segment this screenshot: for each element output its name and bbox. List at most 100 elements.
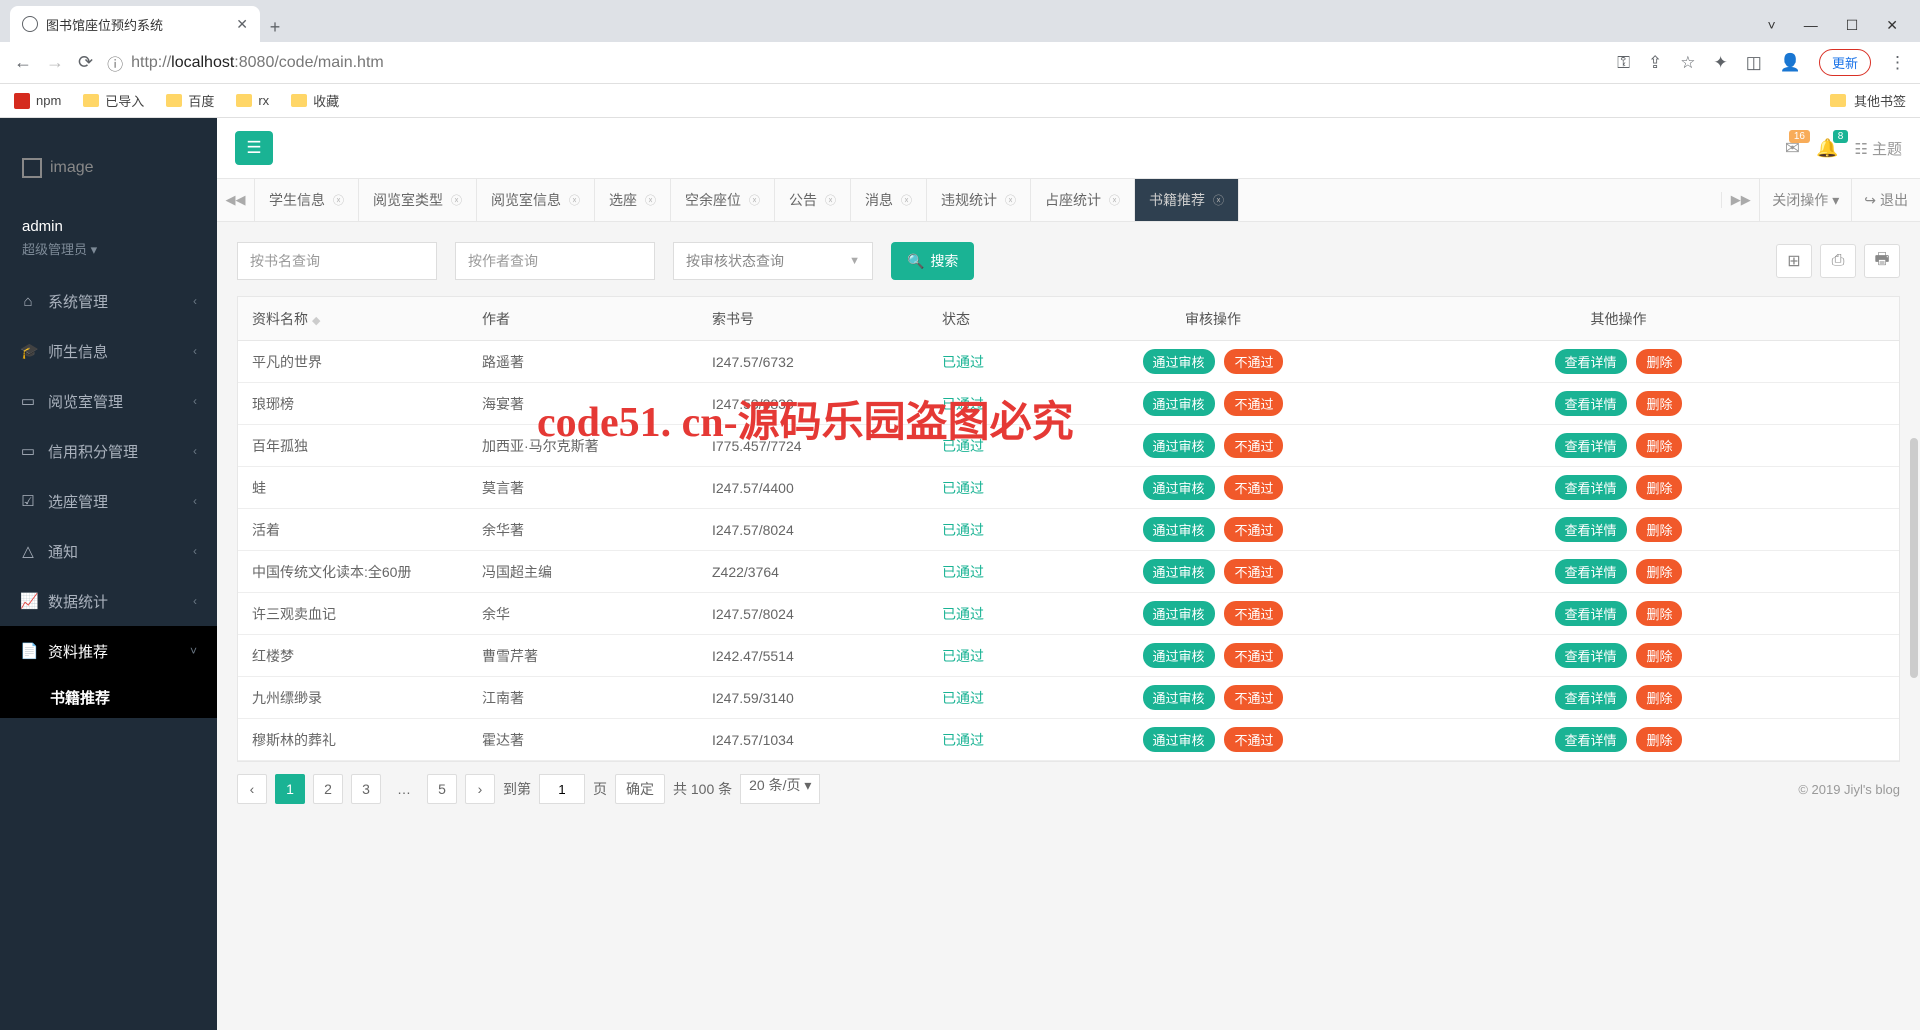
page-button[interactable]: 3	[351, 774, 381, 804]
detail-button[interactable]: 查看详情	[1555, 685, 1627, 710]
delete-button[interactable]: 删除	[1636, 559, 1682, 584]
panel-icon[interactable]: ◫	[1746, 53, 1762, 73]
prev-page-button[interactable]: ‹	[237, 774, 267, 804]
minimize-icon[interactable]: —	[1804, 17, 1818, 34]
print-icon[interactable]: 🖶	[1864, 244, 1900, 278]
close-ops-button[interactable]: 关闭操作▾	[1759, 179, 1851, 221]
approve-button[interactable]: 通过审核	[1143, 643, 1215, 668]
logout-button[interactable]: ↪ 退出	[1851, 179, 1920, 221]
goto-confirm-button[interactable]: 确定	[615, 774, 665, 804]
search-name-input[interactable]: 按书名查询	[237, 242, 437, 280]
page-button[interactable]: 5	[427, 774, 457, 804]
other-bookmarks[interactable]: 其他书签	[1854, 91, 1906, 110]
sidebar-item[interactable]: ▭信用积分管理‹	[0, 426, 217, 476]
sidebar-item[interactable]: 📄资料推荐˅	[0, 626, 217, 676]
delete-button[interactable]: 删除	[1636, 349, 1682, 374]
update-button[interactable]: 更新	[1819, 49, 1871, 76]
detail-button[interactable]: 查看详情	[1555, 391, 1627, 416]
close-icon[interactable]: ⓧ	[901, 192, 912, 208]
reject-button[interactable]: 不通过	[1224, 643, 1283, 668]
more-icon[interactable]: ⋮	[1889, 53, 1906, 73]
close-icon[interactable]: ⓧ	[333, 192, 344, 208]
scrollbar[interactable]	[1910, 438, 1918, 678]
share-icon[interactable]: ⇪	[1648, 53, 1662, 73]
reject-button[interactable]: 不通过	[1224, 433, 1283, 458]
reject-button[interactable]: 不通过	[1224, 349, 1283, 374]
detail-button[interactable]: 查看详情	[1555, 475, 1627, 500]
tab-scroll-right[interactable]: ▶▶	[1721, 192, 1759, 208]
star-icon[interactable]: ☆	[1680, 53, 1695, 73]
page-input[interactable]	[539, 774, 585, 804]
bell-icon[interactable]: 🔔8	[1816, 138, 1838, 159]
delete-button[interactable]: 删除	[1636, 643, 1682, 668]
status-select[interactable]: 按审核状态查询▼	[673, 242, 873, 280]
columns-icon[interactable]: ⊞	[1776, 244, 1812, 278]
approve-button[interactable]: 通过审核	[1143, 685, 1215, 710]
content-tab[interactable]: 公告ⓧ	[775, 179, 851, 221]
detail-button[interactable]: 查看详情	[1555, 433, 1627, 458]
reject-button[interactable]: 不通过	[1224, 559, 1283, 584]
approve-button[interactable]: 通过审核	[1143, 433, 1215, 458]
bookmark-fav[interactable]: 收藏	[291, 91, 339, 110]
tab-scroll-left[interactable]: ◀◀	[217, 179, 255, 221]
sidebar-item[interactable]: ▭阅览室管理‹	[0, 376, 217, 426]
delete-button[interactable]: 删除	[1636, 727, 1682, 752]
sidebar-item[interactable]: ☑选座管理‹	[0, 476, 217, 526]
close-window-icon[interactable]: ✕	[1886, 17, 1898, 34]
approve-button[interactable]: 通过审核	[1143, 601, 1215, 626]
delete-button[interactable]: 删除	[1636, 475, 1682, 500]
reload-icon[interactable]: ⟳	[78, 52, 93, 73]
content-tab[interactable]: 阅览室类型ⓧ	[359, 179, 477, 221]
menu-toggle-button[interactable]: ☰	[235, 131, 273, 165]
detail-button[interactable]: 查看详情	[1555, 643, 1627, 668]
sidebar-subitem[interactable]: 书籍推荐	[0, 676, 217, 718]
reject-button[interactable]: 不通过	[1224, 601, 1283, 626]
bookmark-imported[interactable]: 已导入	[83, 91, 144, 110]
reject-button[interactable]: 不通过	[1224, 517, 1283, 542]
profile-icon[interactable]: 👤	[1780, 53, 1801, 73]
forward-icon[interactable]: →	[46, 52, 64, 73]
close-icon[interactable]: ⓧ	[1213, 192, 1224, 208]
approve-button[interactable]: 通过审核	[1143, 559, 1215, 584]
delete-button[interactable]: 删除	[1636, 601, 1682, 626]
dropdown-icon[interactable]: ˅	[1768, 17, 1776, 34]
sidebar-item[interactable]: 📈数据统计‹	[0, 576, 217, 626]
delete-button[interactable]: 删除	[1636, 685, 1682, 710]
new-tab-button[interactable]: +	[260, 17, 290, 42]
content-tab[interactable]: 学生信息ⓧ	[255, 179, 359, 221]
content-tab[interactable]: 书籍推荐ⓧ	[1135, 179, 1239, 221]
approve-button[interactable]: 通过审核	[1143, 349, 1215, 374]
detail-button[interactable]: 查看详情	[1555, 559, 1627, 584]
close-icon[interactable]: ⓧ	[645, 192, 656, 208]
delete-button[interactable]: 删除	[1636, 517, 1682, 542]
close-icon[interactable]: ⓧ	[749, 192, 760, 208]
reject-button[interactable]: 不通过	[1224, 727, 1283, 752]
sidebar-item[interactable]: △通知‹	[0, 526, 217, 576]
url-field[interactable]: ⓘ http://localhost:8080/code/main.htm	[107, 51, 1603, 75]
close-icon[interactable]: ⓧ	[825, 192, 836, 208]
mail-icon[interactable]: ✉16	[1785, 138, 1800, 159]
user-role[interactable]: 超级管理员 ▾	[22, 239, 195, 258]
close-icon[interactable]: ⓧ	[1109, 192, 1120, 208]
detail-button[interactable]: 查看详情	[1555, 349, 1627, 374]
sidebar-item[interactable]: ⌂系统管理‹	[0, 276, 217, 326]
close-icon[interactable]: ⓧ	[1005, 192, 1016, 208]
page-button[interactable]: 2	[313, 774, 343, 804]
close-icon[interactable]: ⓧ	[569, 192, 580, 208]
content-tab[interactable]: 选座ⓧ	[595, 179, 671, 221]
reject-button[interactable]: 不通过	[1224, 685, 1283, 710]
approve-button[interactable]: 通过审核	[1143, 727, 1215, 752]
page-button[interactable]: 1	[275, 774, 305, 804]
maximize-icon[interactable]: ☐	[1846, 17, 1859, 34]
close-tab-icon[interactable]: ✕	[236, 16, 248, 33]
content-tab[interactable]: 空余座位ⓧ	[671, 179, 775, 221]
detail-button[interactable]: 查看详情	[1555, 517, 1627, 542]
detail-button[interactable]: 查看详情	[1555, 727, 1627, 752]
page-button[interactable]: …	[389, 774, 419, 804]
approve-button[interactable]: 通过审核	[1143, 517, 1215, 542]
key-icon[interactable]: ⚿	[1617, 53, 1630, 73]
export-icon[interactable]: ⎙	[1820, 244, 1856, 278]
bookmark-rx[interactable]: rx	[236, 93, 269, 108]
search-author-input[interactable]: 按作者查询	[455, 242, 655, 280]
delete-button[interactable]: 删除	[1636, 433, 1682, 458]
